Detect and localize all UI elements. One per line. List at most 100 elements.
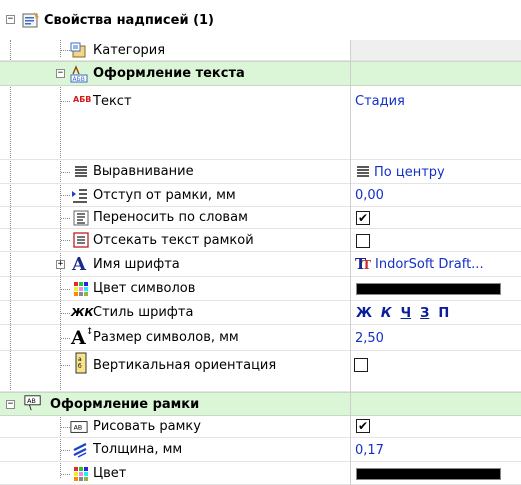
- row-alignment[interactable]: Выравнивание По центру: [0, 160, 521, 184]
- section-title: Оформление рамки: [50, 396, 200, 412]
- tree-line: [61, 50, 70, 51]
- collapse-toggle[interactable]: −: [6, 15, 15, 24]
- row-word-wrap[interactable]: Переносить по словам ✔: [0, 207, 521, 229]
- root-name-cell: − Свойства надписей (1): [0, 0, 350, 40]
- font-style-toggles[interactable]: ЖКЧЗП: [356, 301, 458, 325]
- row-text-color[interactable]: Цвет символов: [0, 277, 521, 301]
- row-text[interactable]: АБВ Текст Стадия: [0, 86, 521, 160]
- word-wrap-icon: [72, 209, 90, 227]
- row-font-name[interactable]: + A Имя шрифта TT IndorSoft Draft...: [0, 252, 521, 277]
- category-name-cell: Категория: [0, 40, 350, 61]
- wrap-value-cell: ✔: [351, 207, 521, 229]
- frame-color-label: Цвет: [93, 465, 127, 481]
- row-indent[interactable]: Отступ от рамки, мм 0,00: [0, 184, 521, 207]
- size-value[interactable]: 2,50: [355, 325, 384, 351]
- thickness-label: Толщина, мм: [93, 442, 183, 457]
- text-label: Текст: [93, 93, 132, 109]
- size-label: Размер символов, мм: [93, 330, 239, 345]
- properties-icon: [22, 11, 40, 29]
- clip-name-cell: Отсекать текст рамкой: [0, 229, 350, 252]
- clip-value-cell: [351, 229, 521, 252]
- size-value-cell[interactable]: 2,50: [351, 325, 521, 351]
- font-style-icon: ЖК: [71, 306, 94, 319]
- section-text-format[interactable]: − АБВ Оформление текста: [0, 61, 521, 86]
- svg-text:AB: AB: [27, 398, 36, 405]
- frame-ab-icon: AB: [24, 394, 42, 412]
- wrap-name-cell: Переносить по словам: [0, 207, 350, 229]
- collapse-toggle[interactable]: −: [56, 69, 65, 78]
- font-style-toggle[interactable]: З: [420, 306, 429, 321]
- align-center-icon: [354, 163, 372, 181]
- indent-label: Отступ от рамки, мм: [93, 187, 236, 203]
- indent-name-cell: Отступ от рамки, мм: [0, 184, 350, 207]
- line-thickness-icon: [71, 441, 89, 459]
- align-name-cell: Выравнивание: [0, 160, 350, 184]
- vertical-name-cell: аб Вертикальная ориентация: [0, 351, 350, 392]
- expand-toggle[interactable]: +: [56, 260, 65, 269]
- row-thickness[interactable]: Толщина, мм 0,17: [0, 438, 521, 462]
- draw-frame-value-cell: ✔: [351, 416, 521, 438]
- tree-line: [61, 240, 70, 241]
- align-value[interactable]: По центру: [374, 160, 445, 184]
- size-name-cell: A↕ Размер символов, мм: [0, 325, 350, 351]
- draw-frame-checkbox[interactable]: ✔: [356, 419, 370, 433]
- indent-value[interactable]: 0,00: [355, 184, 384, 207]
- font-size-icon: A↕: [71, 327, 94, 349]
- font-label: Имя шрифта: [93, 256, 180, 272]
- indent-value-cell[interactable]: 0,00: [351, 184, 521, 207]
- text-abc-icon: АБВ: [70, 65, 88, 83]
- row-draw-frame[interactable]: AB Рисовать рамку ✔: [0, 416, 521, 438]
- svg-text:AB: AB: [74, 425, 83, 432]
- style-name-cell: ЖК Стиль шрифта: [0, 301, 350, 325]
- color-value-cell[interactable]: [351, 277, 521, 301]
- svg-text:б: б: [78, 363, 82, 370]
- vertical-checkbox[interactable]: [354, 358, 368, 372]
- column-divider[interactable]: [350, 40, 351, 485]
- abc-red-icon: АБВ: [73, 95, 92, 104]
- root-row[interactable]: − Свойства надписей (1): [0, 0, 521, 40]
- align-value-cell[interactable]: По центру: [351, 160, 521, 184]
- font-style-toggle[interactable]: Ч: [401, 306, 412, 321]
- category-value[interactable]: [351, 40, 521, 61]
- font-style-toggle[interactable]: П: [438, 306, 449, 321]
- tree-line: [61, 172, 70, 173]
- row-clip-text[interactable]: Отсекать текст рамкой: [0, 229, 521, 252]
- font-style-toggle[interactable]: Ж: [356, 306, 372, 321]
- tree-line: [61, 289, 70, 290]
- color-name-cell: Цвет символов: [0, 277, 350, 301]
- font-value[interactable]: IndorSoft Draft...: [375, 252, 484, 277]
- draw-frame-name-cell: AB Рисовать рамку: [0, 416, 350, 438]
- clip-checkbox[interactable]: [356, 234, 370, 248]
- row-font-size[interactable]: A↕ Размер символов, мм 2,50: [0, 325, 521, 351]
- vertical-text-icon: аб: [72, 352, 90, 374]
- section-frame-format[interactable]: − AB Оформление рамки: [0, 392, 521, 416]
- row-frame-color[interactable]: Цвет: [0, 462, 521, 485]
- row-category[interactable]: Категория: [0, 40, 521, 61]
- font-style-toggle[interactable]: К: [381, 306, 392, 321]
- text-name-cell: АБВ Текст: [0, 86, 350, 160]
- font-a-icon: A: [72, 254, 86, 275]
- row-vertical-orientation[interactable]: аб Вертикальная ориентация: [0, 351, 521, 392]
- tree-line: [61, 338, 70, 339]
- category-icon: [70, 41, 88, 59]
- text-value-cell[interactable]: Стадия: [351, 86, 521, 160]
- wrap-checkbox[interactable]: ✔: [356, 211, 370, 225]
- text-color-swatch[interactable]: [356, 283, 501, 295]
- frame-color-value-cell[interactable]: [351, 462, 521, 485]
- indent-icon: [71, 186, 89, 204]
- text-value[interactable]: Стадия: [355, 92, 405, 110]
- font-value-cell[interactable]: TT IndorSoft Draft...: [351, 252, 521, 277]
- collapse-toggle[interactable]: −: [6, 400, 15, 409]
- thickness-name-cell: Толщина, мм: [0, 438, 350, 462]
- wrap-label: Переносить по словам: [93, 210, 248, 225]
- align-label: Выравнивание: [93, 164, 194, 179]
- grid-title: Свойства надписей (1): [44, 12, 215, 28]
- thickness-value-cell[interactable]: 0,17: [351, 438, 521, 462]
- tree-line: [61, 450, 70, 451]
- vertical-value-cell: [351, 351, 521, 392]
- thickness-value[interactable]: 0,17: [355, 438, 384, 462]
- tree-line: [61, 365, 70, 366]
- frame-color-swatch[interactable]: [356, 468, 501, 480]
- style-value-cell[interactable]: ЖКЧЗП: [351, 301, 521, 325]
- row-font-style[interactable]: ЖК Стиль шрифта ЖКЧЗП: [0, 301, 521, 325]
